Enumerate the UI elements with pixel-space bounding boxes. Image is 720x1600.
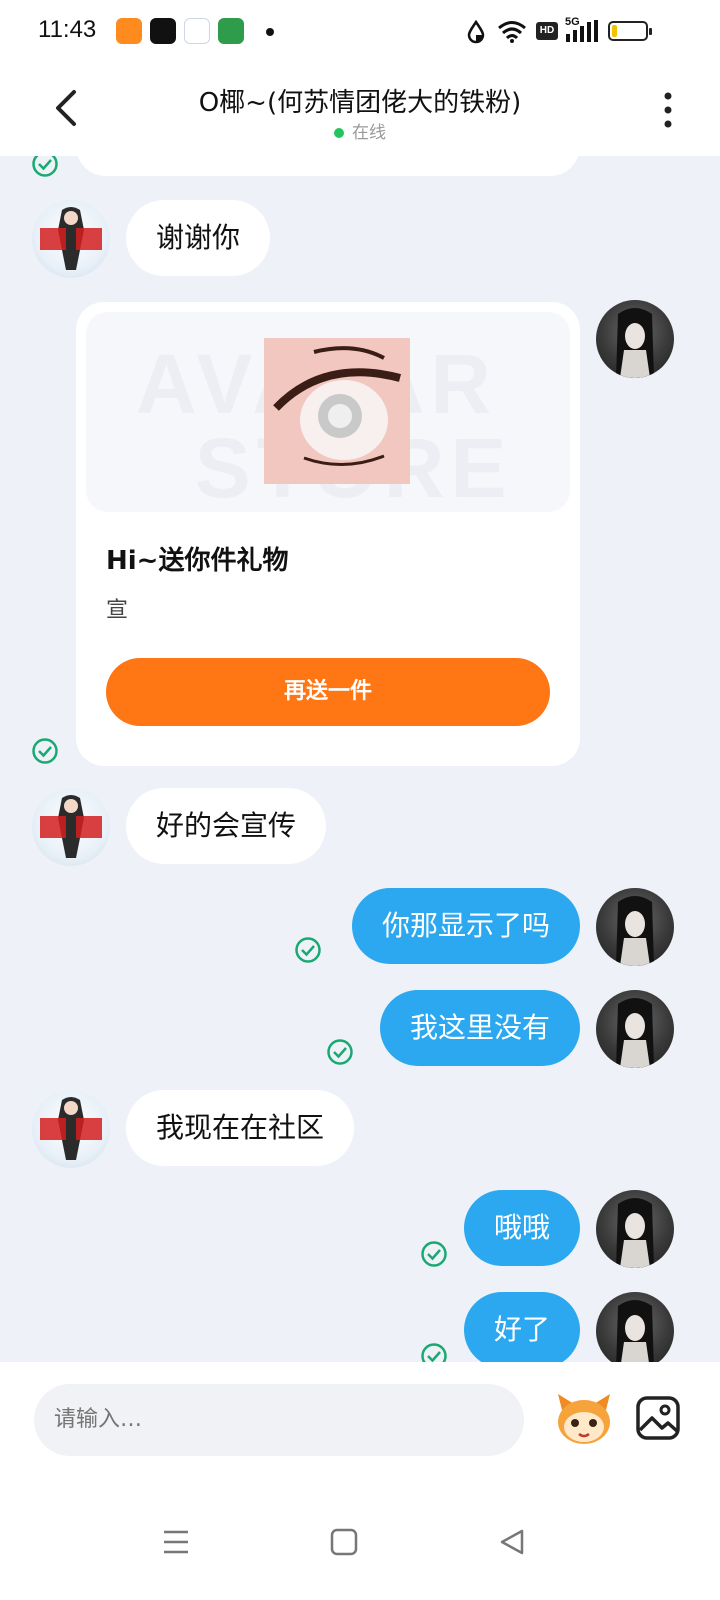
ifly-notification-icon	[184, 18, 210, 44]
my-avatar[interactable]	[596, 300, 674, 378]
my-avatar-art	[616, 896, 654, 966]
signal-icon	[566, 20, 598, 42]
chat-area[interactable]: 谢谢你 AVATAR STORE Hi~送你件礼物 宣 再	[0, 156, 720, 1390]
my-avatar[interactable]	[596, 1190, 674, 1268]
more-notifications-dot	[266, 28, 274, 36]
check-circle-icon	[421, 1241, 447, 1267]
my-avatar-art	[616, 1198, 654, 1268]
gift-card[interactable]: AVATAR STORE Hi~送你件礼物 宣 再送一件	[76, 302, 580, 766]
system-nav-bar	[0, 1480, 720, 1600]
my-avatar[interactable]	[596, 1292, 674, 1370]
online-dot	[334, 128, 344, 138]
gift-banner: AVATAR STORE	[86, 312, 570, 512]
home-square-icon[interactable]	[328, 1526, 360, 1558]
send-another-gift-button[interactable]: 再送一件	[106, 658, 550, 726]
hd-badge: HD	[536, 22, 558, 40]
status-time: 11:43	[38, 16, 97, 43]
mascot-icon[interactable]	[554, 1392, 614, 1448]
peer-avatar[interactable]	[32, 200, 110, 278]
my-avatar-art	[616, 1300, 654, 1370]
my-avatar[interactable]	[596, 990, 674, 1068]
previous-message-bubble	[76, 156, 580, 176]
my-avatar-art	[616, 308, 654, 378]
check-circle-icon	[32, 738, 58, 764]
message-bubble-incoming[interactable]: 好的会宣传	[126, 788, 327, 864]
input-bar	[0, 1362, 720, 1480]
peer-avatar-art	[40, 1097, 102, 1160]
message-bubble-outgoing[interactable]: 我这里没有	[379, 990, 580, 1066]
check-circle-icon	[295, 937, 321, 963]
chat-header: O椰~(何苏情团佬大的铁粉) 在线	[0, 64, 720, 156]
battery-icon	[608, 21, 652, 41]
gift-item-image	[264, 338, 410, 484]
message-bubble-outgoing[interactable]: 哦哦	[463, 1190, 580, 1266]
tiktok-notification-icon	[150, 18, 176, 44]
gift-title: Hi~送你件礼物	[106, 546, 289, 576]
online-status-label: 在线	[352, 123, 386, 143]
game-notification-icon	[218, 18, 244, 44]
chevron-left-icon[interactable]	[48, 86, 88, 130]
status-bar: 11:43 HD 5G	[0, 0, 720, 64]
message-bubble-incoming[interactable]: 谢谢你	[126, 200, 271, 276]
peer-avatar[interactable]	[32, 788, 110, 866]
peer-avatar[interactable]	[32, 1090, 110, 1168]
peer-avatar-art	[40, 207, 102, 270]
check-circle-icon	[32, 156, 58, 177]
chat-title[interactable]: O椰~(何苏情团佬大的铁粉)	[110, 82, 610, 119]
message-bubble-outgoing[interactable]: 你那显示了吗	[351, 888, 580, 964]
menu-icon[interactable]	[160, 1526, 192, 1558]
my-avatar[interactable]	[596, 888, 674, 966]
message-bubble-outgoing[interactable]: 好了	[463, 1292, 580, 1368]
more-vertical-icon[interactable]	[664, 92, 672, 128]
message-input[interactable]	[34, 1384, 524, 1456]
message-bubble-incoming[interactable]: 我现在在社区	[126, 1090, 355, 1166]
my-avatar-art	[616, 998, 654, 1068]
wifi-icon	[498, 21, 526, 43]
data-saver-icon	[467, 20, 485, 44]
app-notification-icon	[116, 18, 142, 44]
image-icon[interactable]	[634, 1394, 682, 1442]
check-circle-icon	[327, 1039, 353, 1065]
online-status: 在线	[110, 118, 610, 143]
gift-subtitle: 宣	[106, 598, 129, 623]
triangle-back-icon[interactable]	[496, 1526, 528, 1558]
peer-avatar-art	[40, 795, 102, 858]
